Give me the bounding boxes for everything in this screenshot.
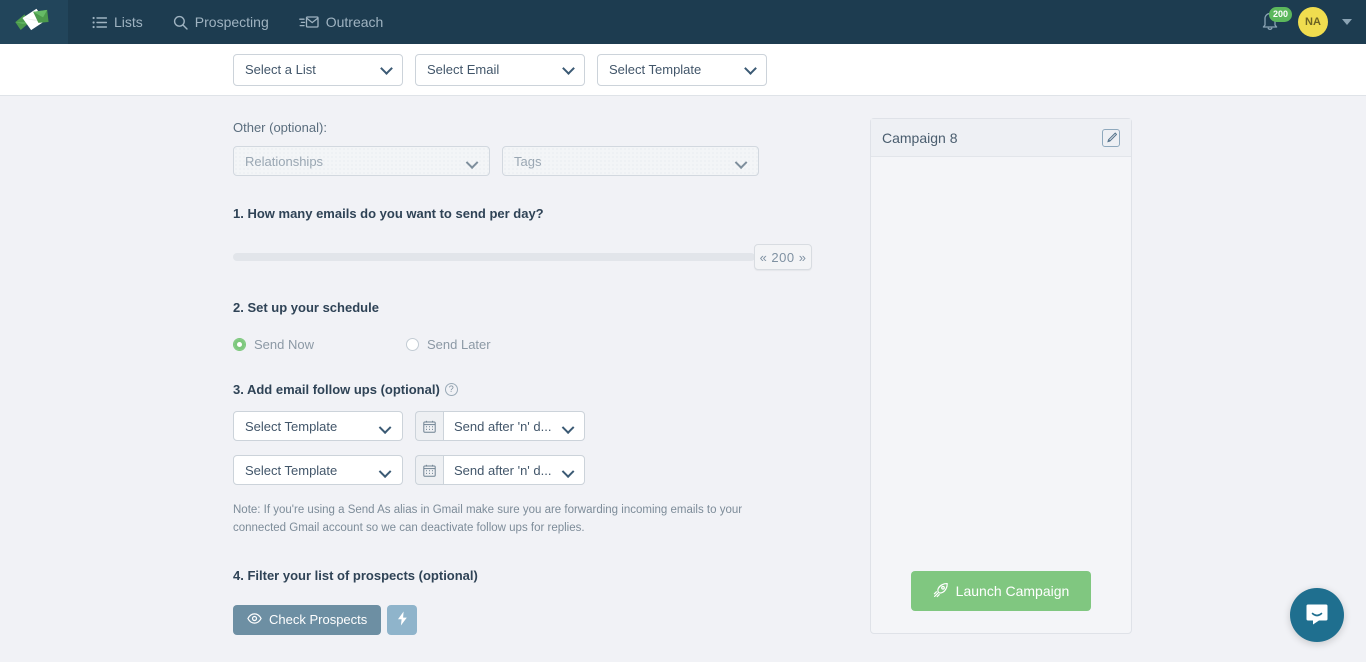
campaign-preview-column: Campaign 8 Launch Campaign <box>870 96 1132 662</box>
select-email-value: Select Email <box>427 62 500 77</box>
campaign-card: Campaign 8 Launch Campaign <box>870 118 1132 634</box>
selection-toolbar: Select a List Select Email Select Templa… <box>0 44 1366 96</box>
avatar[interactable]: NA <box>1298 7 1328 37</box>
radio-send-later[interactable]: Send Later <box>406 337 491 352</box>
question-4-title: 4. Filter your list of prospects (option… <box>233 568 870 583</box>
question-3-title: 3. Add email follow ups (optional) ? <box>233 382 870 397</box>
intercom-chat-icon <box>1304 601 1330 630</box>
followup-2-template-value: Select Template <box>245 462 338 478</box>
nav-item-outreach-label: Outreach <box>325 14 384 30</box>
slider-track[interactable] <box>233 253 755 261</box>
followup-row-2: Select Template Send after 'n' d... <box>233 455 870 485</box>
send-mail-icon <box>298 15 319 29</box>
radio-dot-icon <box>406 338 419 351</box>
avatar-initials: NA <box>1305 16 1321 28</box>
search-icon <box>173 15 188 30</box>
select-template-value: Select Template <box>609 62 702 77</box>
nav-item-lists[interactable]: Lists <box>90 8 145 36</box>
question-mark-icon[interactable]: ? <box>444 383 458 396</box>
radio-send-now-label: Send Now <box>254 337 314 352</box>
lightning-bolt-icon <box>397 611 408 629</box>
check-prospects-label: Check Prospects <box>269 612 368 628</box>
campaign-card-body <box>871 157 1131 571</box>
campaign-card-footer: Launch Campaign <box>871 571 1131 633</box>
followup-2-timing-group: Send after 'n' d... <box>415 455 585 485</box>
campaign-form: Other (optional): Relationships Tags 1. … <box>0 96 870 662</box>
page-body: Other (optional): Relationships Tags 1. … <box>0 96 1366 662</box>
slider-value: « 200 » <box>759 249 807 265</box>
edit-pencil-icon[interactable] <box>1102 128 1120 147</box>
question-4-label: 4. Filter your list of prospects (option… <box>233 567 478 583</box>
gmail-alias-note: Note: If you're using a Send As alias in… <box>233 504 743 534</box>
question-1-title: 1. How many emails do you want to send p… <box>233 206 870 221</box>
notification-count-badge: 200 <box>1269 7 1293 22</box>
followup-1-when-value: Send after 'n' d... <box>454 418 552 434</box>
launch-campaign-label: Launch Campaign <box>955 583 1070 599</box>
eye-icon <box>247 612 262 627</box>
select-list-value: Select a List <box>245 62 316 77</box>
emails-per-day-slider[interactable]: « 200 » <box>233 244 812 270</box>
followup-1-template-dropdown[interactable]: Select Template <box>233 411 403 441</box>
relationships-value: Relationships <box>245 153 324 169</box>
nav-item-lists-label: Lists <box>114 14 143 30</box>
followup-2-when-value: Send after 'n' d... <box>454 462 552 478</box>
notifications-button[interactable]: 200 <box>1260 7 1293 35</box>
check-prospects-button[interactable]: Check Prospects <box>233 604 382 635</box>
followup-2-when-dropdown[interactable]: Send after 'n' d... <box>443 455 585 485</box>
campaign-card-header: Campaign 8 <box>871 119 1131 157</box>
nav-item-prospecting[interactable]: Prospecting <box>171 8 271 36</box>
question-1-label: 1. How many emails do you want to send p… <box>233 206 544 221</box>
envelopes-logo-icon <box>14 8 54 36</box>
select-email-dropdown[interactable]: Select Email <box>415 53 585 86</box>
question-3-label: 3. Add email follow ups (optional) <box>233 382 440 397</box>
tags-value: Tags <box>514 153 542 169</box>
intercom-chat-button[interactable] <box>1290 588 1344 642</box>
main-nav: Lists Prospecting Outreach <box>90 8 385 36</box>
other-filters-row: Relationships Tags <box>233 146 870 176</box>
schedule-radio-group: Send Now Send Later <box>233 337 870 352</box>
select-list-dropdown[interactable]: Select a List <box>233 53 403 86</box>
rocket-icon <box>933 582 949 601</box>
prospect-actions: Check Prospects <box>233 604 870 635</box>
followup-2-template-dropdown[interactable]: Select Template <box>233 455 403 485</box>
nav-item-outreach[interactable]: Outreach <box>297 8 386 36</box>
select-template-dropdown[interactable]: Select Template <box>597 53 767 86</box>
slider-handle[interactable]: « 200 » <box>754 244 812 270</box>
campaign-title: Campaign 8 <box>882 129 958 146</box>
radio-send-now[interactable]: Send Now <box>233 337 406 352</box>
radio-dot-icon <box>233 338 246 351</box>
tags-dropdown[interactable]: Tags <box>502 146 759 176</box>
question-2-title: 2. Set up your schedule <box>233 300 870 315</box>
launch-campaign-button[interactable]: Launch Campaign <box>911 571 1091 611</box>
list-icon <box>92 16 107 29</box>
top-navbar: Lists Prospecting Outreach 200 NA <box>0 0 1366 44</box>
relationships-dropdown[interactable]: Relationships <box>233 146 490 176</box>
calendar-icon[interactable] <box>415 455 443 485</box>
radio-send-later-label: Send Later <box>427 337 491 352</box>
navbar-right-actions: 200 NA <box>1260 7 1366 37</box>
app-logo[interactable] <box>0 0 68 44</box>
calendar-icon[interactable] <box>415 411 443 441</box>
followup-1-when-dropdown[interactable]: Send after 'n' d... <box>443 411 585 441</box>
chevron-down-icon[interactable] <box>1342 19 1352 25</box>
other-optional-label: Other (optional): <box>233 120 327 135</box>
nav-item-prospecting-label: Prospecting <box>194 14 269 30</box>
followup-1-timing-group: Send after 'n' d... <box>415 411 585 441</box>
question-2-label: 2. Set up your schedule <box>233 300 379 315</box>
followup-row-1: Select Template Send after 'n' d... <box>233 411 870 441</box>
quick-action-button[interactable] <box>387 604 418 635</box>
followup-1-template-value: Select Template <box>245 418 338 434</box>
